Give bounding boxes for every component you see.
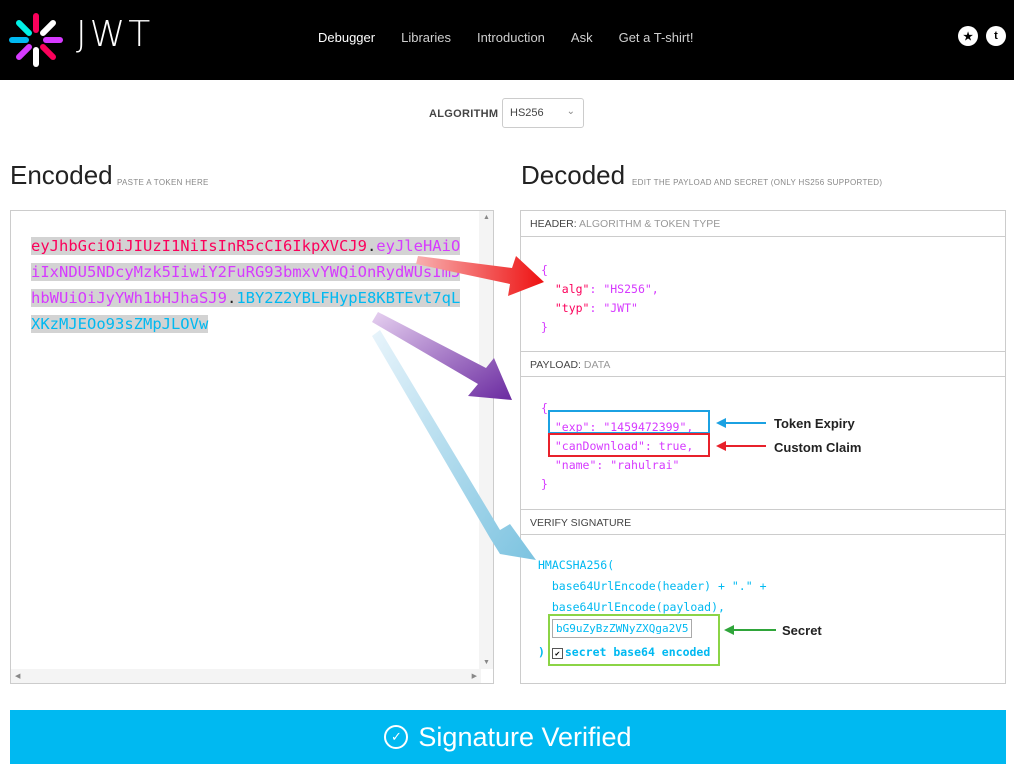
signature-verified-label: Signature Verified	[418, 721, 632, 752]
annotation-arrows	[372, 256, 776, 635]
signature-verified-banner: ✓ Signature Verified	[10, 710, 1006, 764]
check-circle-icon: ✓	[384, 725, 409, 749]
header-arrow	[416, 256, 544, 296]
